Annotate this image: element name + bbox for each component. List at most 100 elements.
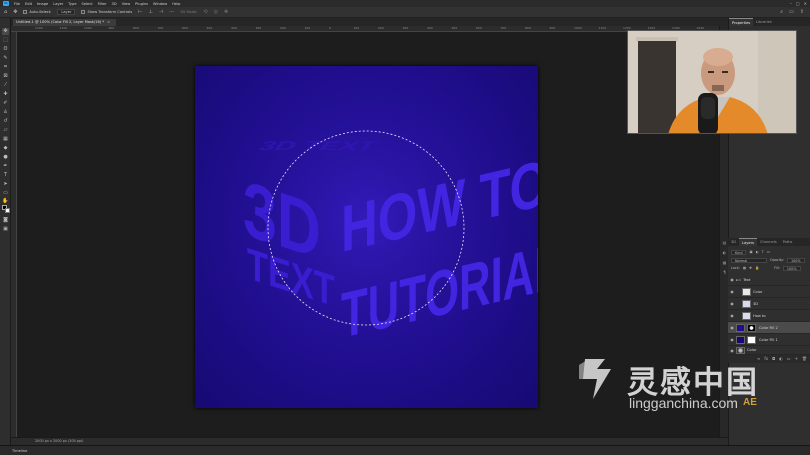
transform-controls-checkbox[interactable] xyxy=(81,10,86,14)
eraser-tool-icon[interactable]: ▱ xyxy=(2,127,9,134)
layer-row-selected[interactable]: ◉ Color Fill 2 xyxy=(728,322,810,334)
layer-mask-thumbnail[interactable] xyxy=(747,323,756,332)
lock-pixels-icon[interactable]: ▦ xyxy=(743,266,746,270)
screen-mode-icon[interactable]: ▣ xyxy=(2,226,9,233)
fill-field[interactable]: 100% xyxy=(782,265,801,271)
visibility-eye-icon[interactable]: ◉ xyxy=(728,277,736,282)
stamp-tool-icon[interactable]: ♙ xyxy=(2,109,9,116)
search-icon[interactable]: ⌕ xyxy=(780,9,783,15)
filter-pixel-icon[interactable]: ▣ xyxy=(749,250,752,254)
3d-roll-icon[interactable]: ◎ xyxy=(214,9,218,15)
history-panel-icon[interactable]: ▤ xyxy=(722,240,727,245)
tab-layers[interactable]: Layers xyxy=(739,238,757,246)
layer-row[interactable]: ◉ How to xyxy=(728,310,810,322)
quick-select-tool-icon[interactable]: ✎ xyxy=(2,55,9,62)
share-icon[interactable]: ⇪ xyxy=(800,9,804,15)
blur-tool-icon[interactable]: ◆ xyxy=(2,145,9,152)
auto-select-option[interactable]: Auto-Select: xyxy=(23,10,51,14)
paragraph-panel-icon[interactable]: ¶ xyxy=(722,270,727,275)
tab-paths[interactable]: Paths xyxy=(780,238,796,246)
distribute-icon[interactable]: ⋯ xyxy=(169,9,174,15)
layer-row[interactable]: ◉ ▸▭ Text xyxy=(728,274,810,286)
marquee-tool-icon[interactable]: ⬚ xyxy=(2,37,9,44)
menu-plugins[interactable]: Plugins xyxy=(135,2,148,6)
transform-controls-option[interactable]: Show Transform Controls xyxy=(81,10,132,14)
auto-select-dropdown[interactable]: Layer xyxy=(57,9,76,15)
visibility-eye-icon[interactable]: ◉ xyxy=(728,325,736,330)
3d-pan-icon[interactable]: ✥ xyxy=(224,9,228,15)
menu-layer[interactable]: Layer xyxy=(53,2,63,6)
close-icon[interactable]: ✕ xyxy=(804,1,807,6)
menu-view[interactable]: View xyxy=(122,2,131,6)
shape-tool-icon[interactable]: ▭ xyxy=(2,190,9,197)
quick-mask-icon[interactable]: ◙ xyxy=(2,217,9,224)
visibility-eye-icon[interactable]: ◉ xyxy=(728,313,736,318)
lock-all-icon[interactable]: 🔒 xyxy=(755,266,759,270)
menu-file[interactable]: File xyxy=(14,2,20,6)
background-color-swatch[interactable] xyxy=(5,208,10,213)
visibility-eye-icon[interactable]: ◉ xyxy=(728,301,736,306)
tab-3d[interactable]: 3D xyxy=(728,238,739,246)
visibility-eye-icon[interactable]: ◉ xyxy=(728,337,736,342)
document-canvas[interactable]: 3D TEXT 3D TEXT HOW TO TUTORIAL xyxy=(195,66,538,408)
menu-3d[interactable]: 3D xyxy=(112,2,117,6)
tab-libraries[interactable]: Libraries xyxy=(753,18,775,26)
document-tab[interactable]: Untitled-1 @ 100% (Color Fill 2, Layer M… xyxy=(13,19,117,26)
move-tool-icon[interactable]: ✥ xyxy=(2,28,9,35)
eyedropper-tool-icon[interactable]: ⁄ xyxy=(2,82,9,89)
blend-mode-dropdown[interactable]: Normal xyxy=(731,257,767,263)
lock-move-icon[interactable]: ✥ xyxy=(749,266,752,270)
layer-row[interactable]: ◉ Color xyxy=(728,286,810,298)
layer-row[interactable]: ◉ 3D xyxy=(728,298,810,310)
type-tool-icon[interactable]: T xyxy=(2,172,9,179)
menu-edit[interactable]: Edit xyxy=(25,2,32,6)
tab-properties[interactable]: Properties xyxy=(729,18,754,26)
auto-select-checkbox[interactable] xyxy=(23,10,28,14)
dodge-tool-icon[interactable]: ● xyxy=(2,154,9,161)
filter-type-icon[interactable]: T xyxy=(762,250,764,254)
adjustments-panel-icon[interactable]: ◐ xyxy=(722,250,727,255)
home-icon[interactable]: ⌂ xyxy=(4,9,7,15)
menu-image[interactable]: Image xyxy=(37,2,48,6)
3d-rotate-icon[interactable]: ⟲ xyxy=(203,9,207,15)
layer-mask-thumbnail[interactable] xyxy=(747,335,756,344)
new-layer-icon[interactable]: + xyxy=(795,355,798,363)
lasso-tool-icon[interactable]: ʘ xyxy=(2,46,9,53)
menu-help[interactable]: Help xyxy=(172,2,180,6)
layer-row[interactable]: ◉ Color xyxy=(728,346,810,355)
kind-filter-dropdown[interactable]: Kind xyxy=(731,249,747,255)
visibility-eye-icon[interactable]: ◉ xyxy=(728,348,736,353)
crop-tool-icon[interactable]: ⌗ xyxy=(2,64,9,71)
new-group-icon[interactable]: ▭ xyxy=(787,355,791,363)
menu-select[interactable]: Select xyxy=(82,2,93,6)
document-size-readout[interactable]: 2000 px x 2000 px (300 ppi) xyxy=(35,439,83,443)
menu-filter[interactable]: Filter xyxy=(98,2,107,6)
minimize-icon[interactable]: – xyxy=(790,1,792,6)
align-center-icon[interactable]: ⊥ xyxy=(149,9,153,15)
layer-row[interactable]: ◉ Color Fill 1 xyxy=(728,334,810,346)
filter-shape-icon[interactable]: ▭ xyxy=(767,250,770,254)
timeline-panel[interactable]: Timeline xyxy=(0,445,810,455)
frame-tool-icon[interactable]: ⊠ xyxy=(2,73,9,80)
swatches-panel-icon[interactable]: ▦ xyxy=(722,260,727,265)
pen-tool-icon[interactable]: ✒ xyxy=(2,163,9,170)
opacity-field[interactable]: 100% xyxy=(786,257,805,263)
delete-layer-icon[interactable]: 🗑 xyxy=(802,355,807,363)
path-select-tool-icon[interactable]: ➤ xyxy=(2,181,9,188)
history-brush-tool-icon[interactable]: ↺ xyxy=(2,118,9,125)
maximize-icon[interactable]: □ xyxy=(796,1,800,6)
brush-tool-icon[interactable]: ✐ xyxy=(2,100,9,107)
move-tool-icon[interactable]: ✥ xyxy=(13,9,17,15)
close-tab-icon[interactable]: × xyxy=(107,20,110,24)
menu-type[interactable]: Type xyxy=(68,2,76,6)
filter-adjust-icon[interactable]: ◐ xyxy=(756,250,759,254)
color-swatches[interactable] xyxy=(2,205,10,213)
tab-channels[interactable]: Channels xyxy=(757,238,780,246)
visibility-eye-icon[interactable]: ◉ xyxy=(728,289,736,294)
gradient-tool-icon[interactable]: ▦ xyxy=(2,136,9,143)
healing-tool-icon[interactable]: ✚ xyxy=(2,91,9,98)
hand-tool-icon[interactable]: ✋ xyxy=(2,198,9,205)
workspace-icon[interactable]: ▭ xyxy=(789,9,794,15)
align-left-icon[interactable]: ⊢ xyxy=(138,9,142,15)
align-right-icon[interactable]: ⊣ xyxy=(159,9,163,15)
